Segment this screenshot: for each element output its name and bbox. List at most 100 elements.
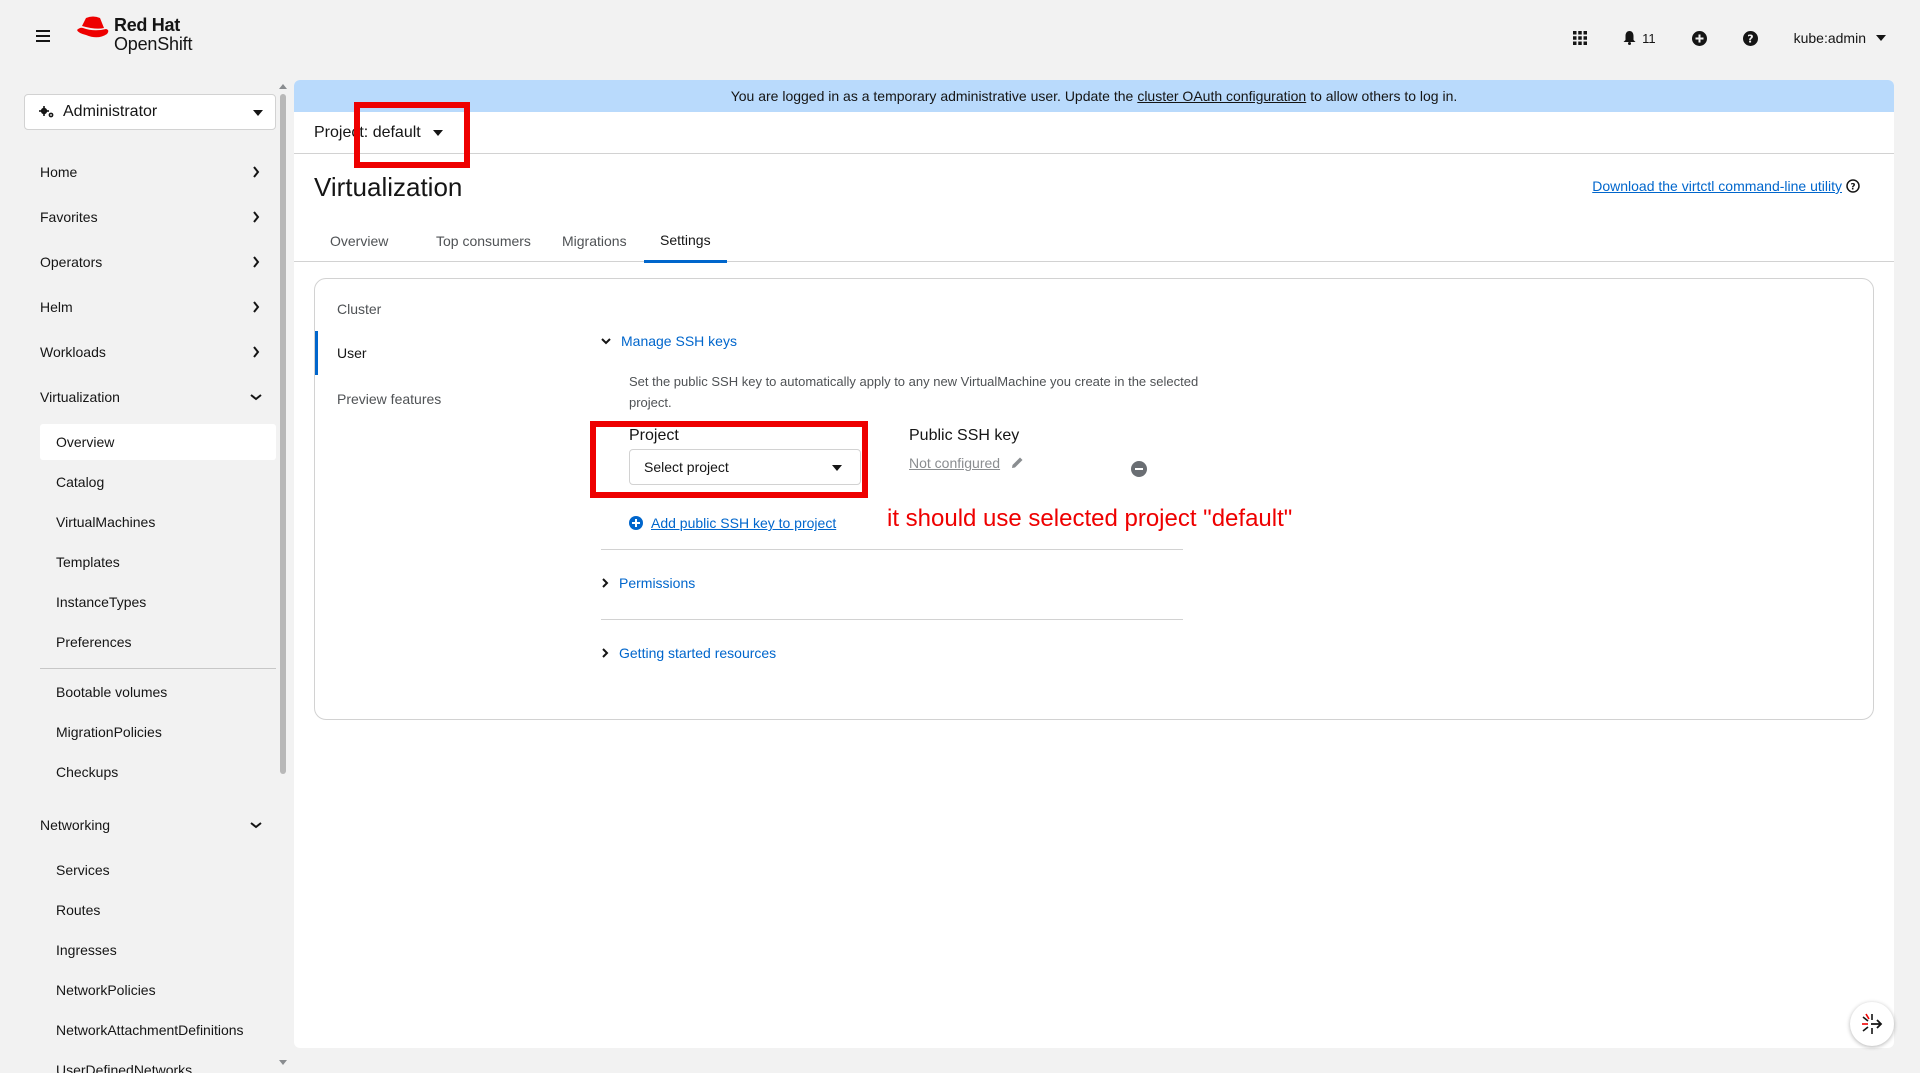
tab-top-consumers[interactable]: Top consumers <box>420 220 547 262</box>
assistant-icon <box>1862 1013 1883 1034</box>
add-ssh-key-text: Add public SSH key to project <box>651 515 837 531</box>
download-link-text: Download the virtctl command-line utilit… <box>1592 178 1842 194</box>
hamburger-icon[interactable] <box>36 30 50 42</box>
settings-card: Cluster User Preview features Manage SSH… <box>314 278 1874 720</box>
tab-settings[interactable]: Settings <box>644 220 727 263</box>
cluster-banner: You are logged in as a temporary adminis… <box>294 80 1894 112</box>
banner-text: You are logged in as a temporary adminis… <box>730 88 1134 104</box>
sub-item-preferences[interactable]: Preferences <box>40 624 276 660</box>
chevron-right-icon <box>253 346 260 358</box>
annotation-box-select <box>590 421 868 498</box>
nav-label: Favorites <box>40 209 98 225</box>
chevron-right-icon <box>602 578 609 588</box>
red-hat-logo-icon <box>77 16 109 38</box>
page-title: Virtualization <box>314 172 463 202</box>
cogs-icon <box>39 106 54 118</box>
notifications-button[interactable]: 11 <box>1623 31 1656 46</box>
sub-item-routes[interactable]: Routes <box>40 892 276 928</box>
sub-item-userdefinednetworks[interactable]: UserDefinedNetworks <box>40 1052 276 1073</box>
chevron-down-icon <box>601 338 611 345</box>
sub-item-migrationpolicies[interactable]: MigrationPolicies <box>40 714 276 750</box>
app-launcher-button[interactable] <box>1573 31 1588 45</box>
tab-overview[interactable]: Overview <box>314 220 404 262</box>
nav-label: Workloads <box>40 344 106 360</box>
logo[interactable]: Red Hat OpenShift <box>76 16 192 54</box>
help-icon: ? <box>1846 179 1860 193</box>
logo-line1: Red Hat <box>114 15 180 35</box>
scroll-down-arrow-icon[interactable] <box>279 1060 287 1065</box>
nav-favorites[interactable]: Favorites <box>40 203 270 231</box>
user-name: kube:admin <box>1793 30 1866 46</box>
not-configured-text: Not configured <box>909 455 1001 471</box>
permissions-toggle[interactable]: Permissions <box>601 575 695 591</box>
help-button[interactable]: ? <box>1742 30 1758 46</box>
plus-circle-icon <box>1691 30 1707 46</box>
nav-label: Home <box>40 164 78 180</box>
sub-item-checkups[interactable]: Checkups <box>40 754 276 790</box>
nav-workloads[interactable]: Workloads <box>40 338 270 366</box>
assistant-button[interactable] <box>1850 1002 1894 1046</box>
oauth-config-link[interactable]: cluster OAuth configuration <box>1137 88 1306 104</box>
annotation-text: it should use selected project "default" <box>887 505 1293 532</box>
chevron-right-icon <box>253 301 260 313</box>
main-content: You are logged in as a temporary adminis… <box>294 80 1894 1048</box>
nav-helm[interactable]: Helm <box>40 293 270 321</box>
sidebar: Administrator Home Favorites Operators H… <box>0 76 290 1073</box>
bell-icon <box>1623 31 1636 45</box>
sub-item-services[interactable]: Services <box>40 852 276 888</box>
add-ssh-key-link[interactable]: Add public SSH key to project <box>629 515 836 531</box>
svg-text:?: ? <box>1850 183 1855 193</box>
app-launcher-icon <box>1573 31 1588 45</box>
sub-item-networkpolicies[interactable]: NetworkPolicies <box>40 972 276 1008</box>
sub-item-bootable-volumes[interactable]: Bootable volumes <box>40 674 276 710</box>
sub-item-instancetypes[interactable]: InstanceTypes <box>40 584 276 620</box>
perspective-switcher[interactable]: Administrator <box>24 94 276 130</box>
download-virtctl-link[interactable]: Download the virtctl command-line utilit… <box>1592 178 1860 194</box>
ssh-description: Set the public SSH key to automatically … <box>629 374 1199 410</box>
manage-ssh-keys-toggle[interactable]: Manage SSH keys <box>601 333 737 349</box>
getting-started-toggle[interactable]: Getting started resources <box>601 645 776 661</box>
nav-label: Networking <box>40 817 111 833</box>
public-ssh-key-label: Public SSH key <box>909 427 1020 444</box>
logo-line2: OpenShift <box>114 34 193 54</box>
plus-circle-icon <box>629 516 643 530</box>
perspective-label: Administrator <box>63 103 158 120</box>
chevron-right-icon <box>253 166 260 178</box>
quick-create-button[interactable] <box>1691 30 1707 46</box>
nav-home[interactable]: Home <box>40 158 270 186</box>
chevron-down-icon <box>250 822 262 829</box>
nav-virtualization[interactable]: Virtualization <box>40 383 270 411</box>
nav-networking[interactable]: Networking <box>40 811 270 839</box>
not-configured-link[interactable]: Not configured <box>909 455 1024 471</box>
permissions-label: Permissions <box>619 575 696 591</box>
sidebar-scrollbar[interactable] <box>280 94 286 774</box>
settings-nav-preview-features[interactable]: Preview features <box>315 377 515 421</box>
sub-item-networkattachmentdefinitions[interactable]: NetworkAttachmentDefinitions <box>40 1012 276 1048</box>
chevron-down-icon <box>250 394 262 401</box>
settings-nav-user[interactable]: User <box>315 331 515 375</box>
masthead: Red Hat OpenShift 11 ? kube:admin <box>0 0 1920 76</box>
pencil-icon <box>1012 457 1023 468</box>
annotation-box-project <box>354 102 470 168</box>
user-menu[interactable]: kube:admin <box>1794 30 1886 46</box>
nav-label: Helm <box>40 299 73 315</box>
remove-icon[interactable] <box>1131 461 1147 477</box>
help-icon: ? <box>1742 30 1758 46</box>
tab-migrations[interactable]: Migrations <box>546 220 643 262</box>
settings-nav-cluster[interactable]: Cluster <box>315 287 515 331</box>
project-bar: Project: default <box>294 112 1894 154</box>
caret-down-icon <box>253 110 263 116</box>
sub-item-ingresses[interactable]: Ingresses <box>40 932 276 968</box>
divider <box>40 668 276 669</box>
scroll-up-arrow-icon[interactable] <box>279 84 287 89</box>
divider <box>601 619 1183 620</box>
nav-operators[interactable]: Operators <box>40 248 270 276</box>
sub-item-virtualmachines[interactable]: VirtualMachines <box>40 504 276 540</box>
sub-item-overview[interactable]: Overview <box>40 424 276 460</box>
sub-item-templates[interactable]: Templates <box>40 544 276 580</box>
divider <box>601 549 1183 550</box>
getting-started-label: Getting started resources <box>619 645 777 661</box>
sub-item-catalog[interactable]: Catalog <box>40 464 276 500</box>
tabs: Overview Top consumers Migrations Settin… <box>294 220 1894 263</box>
banner-text: to allow others to log in. <box>1310 88 1458 104</box>
